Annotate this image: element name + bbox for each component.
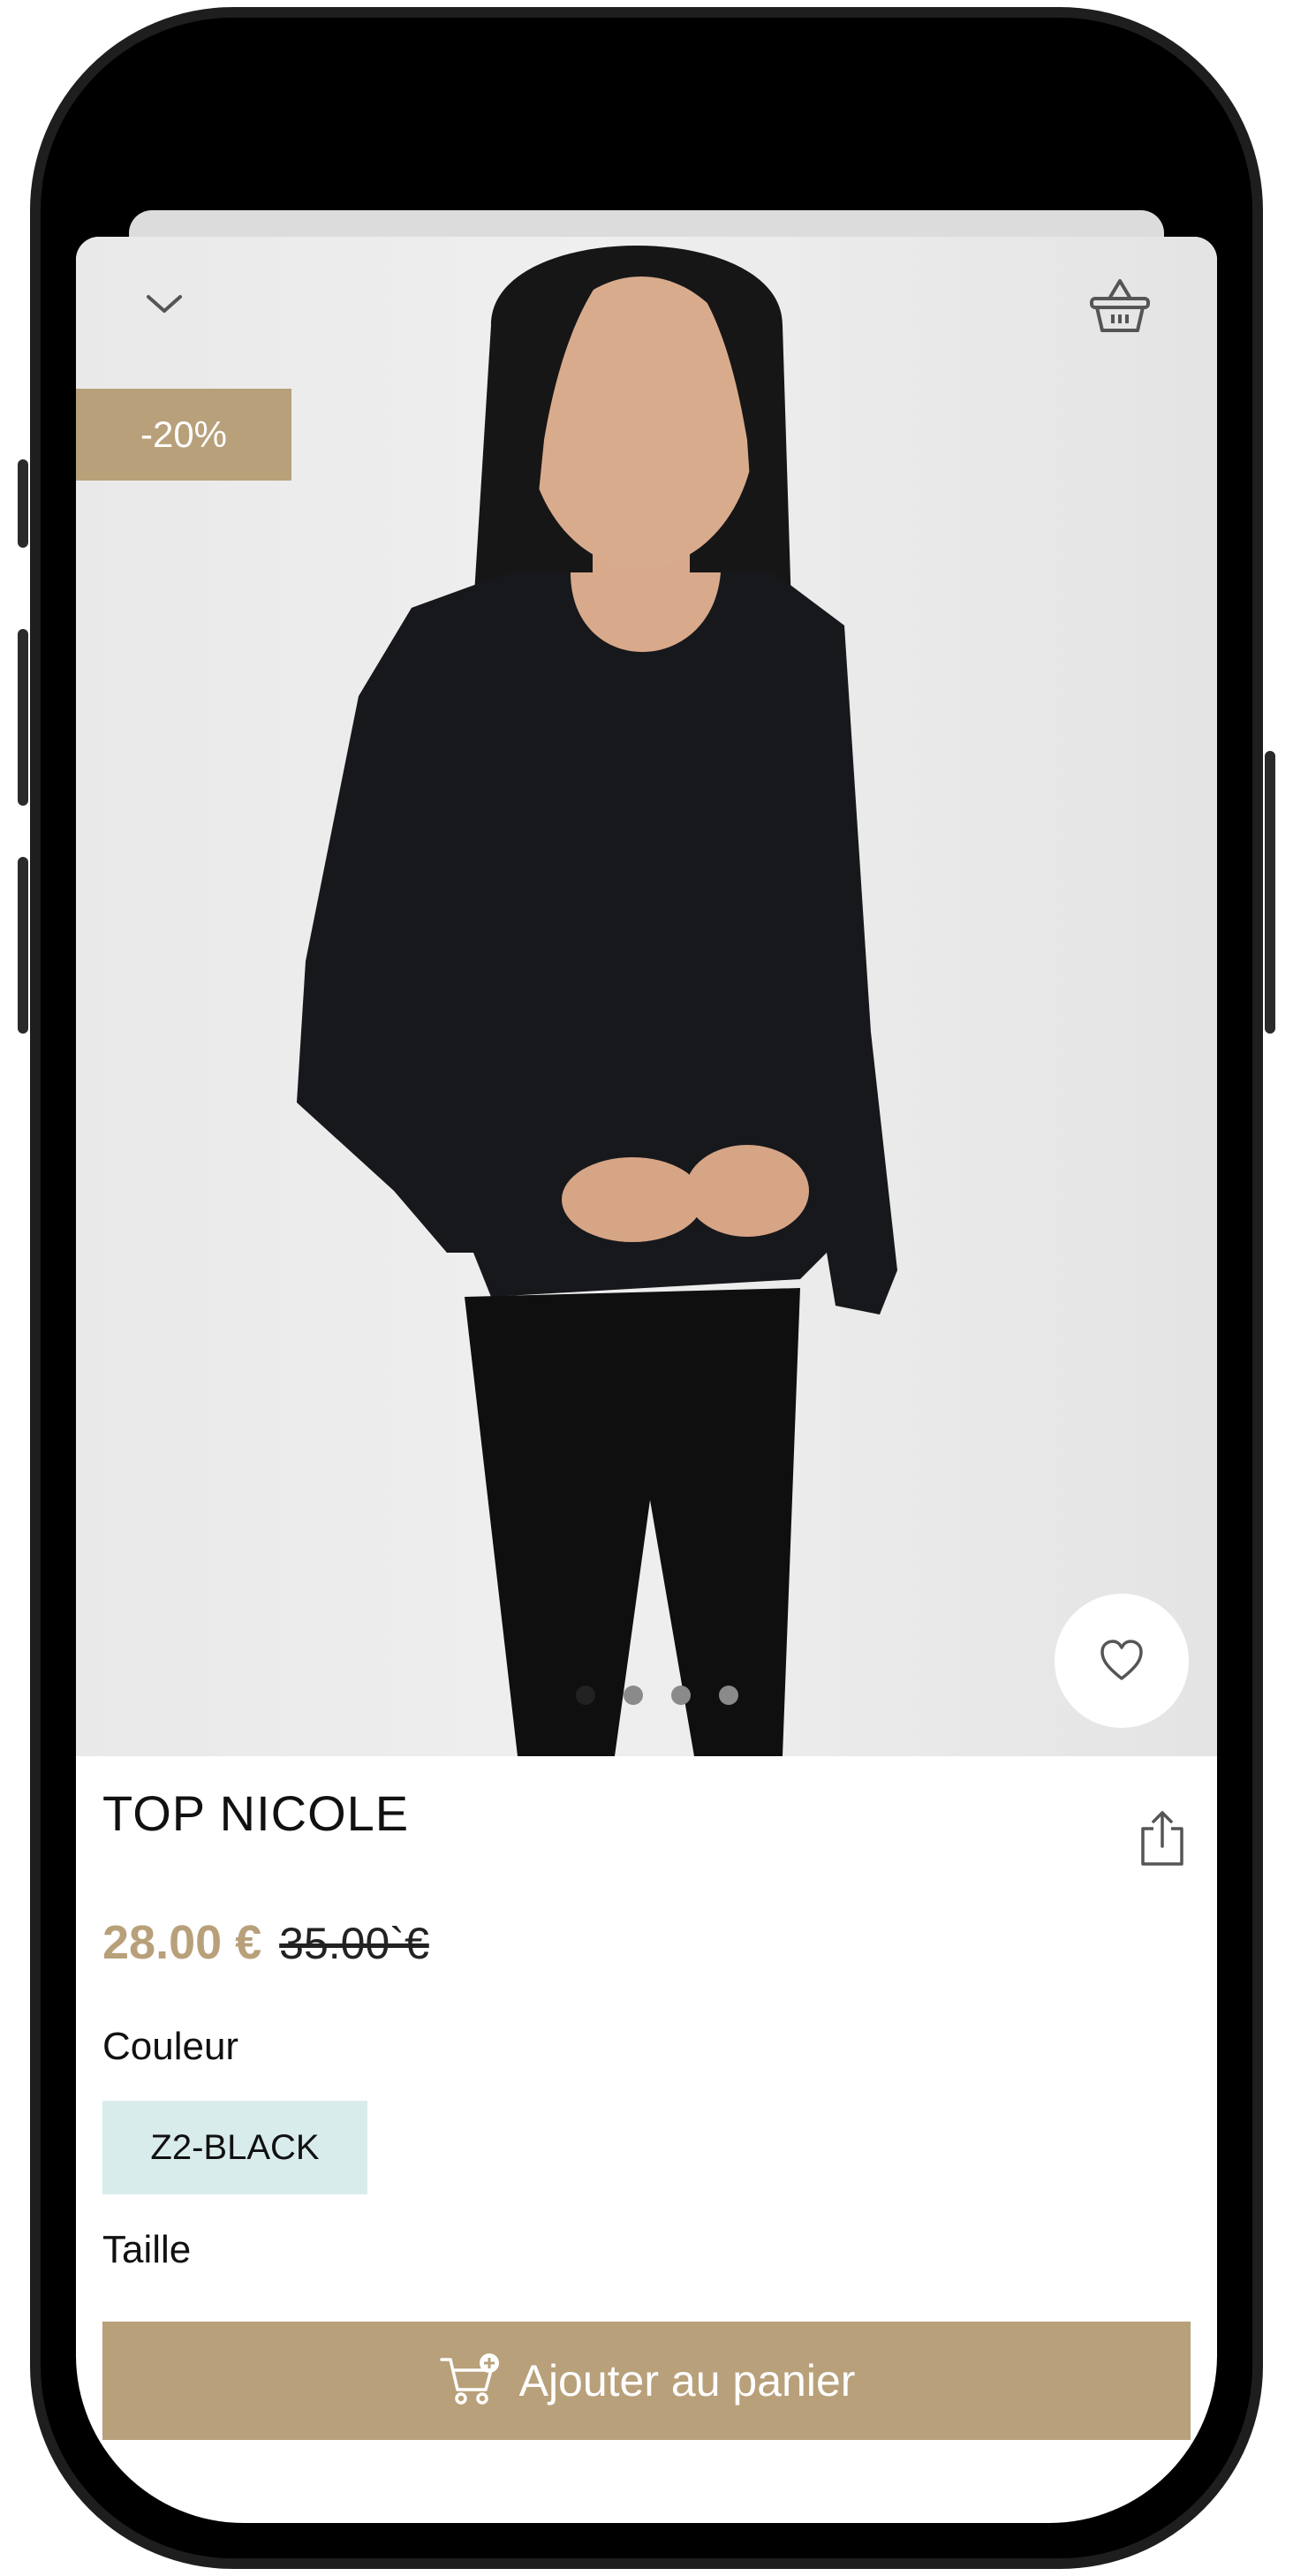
carousel-dot-3[interactable] [671, 1686, 691, 1705]
carousel-dots [576, 1686, 738, 1705]
price-original: 35.00`€ [279, 1919, 429, 1968]
power-button [1265, 751, 1275, 1034]
share-icon [1141, 1811, 1183, 1866]
screen: -20% TOP NICOLE 28.00 € 35.00`€ Couleur … [76, 53, 1217, 2523]
silent-switch [18, 459, 28, 548]
color-option-chip[interactable]: Z2-BLACK [102, 2101, 367, 2194]
add-to-cart-label: Ajouter au panier [518, 2356, 856, 2406]
cart-button[interactable] [1085, 270, 1155, 341]
price-current: 28.00 € [102, 1916, 262, 1969]
product-image[interactable]: -20% [76, 237, 1217, 1756]
product-sheet: -20% TOP NICOLE 28.00 € 35.00`€ Couleur … [76, 237, 1217, 2523]
cart-plus-icon [439, 2353, 499, 2405]
close-sheet-button[interactable] [138, 277, 191, 330]
share-button[interactable] [1138, 1807, 1187, 1869]
price-row: 28.00 € 35.00`€ [102, 1915, 429, 1970]
product-title: TOP NICOLE [102, 1785, 410, 1841]
chevron-down-icon [147, 295, 182, 313]
carousel-dot-2[interactable] [624, 1686, 643, 1705]
heart-icon [1100, 1640, 1143, 1680]
favorite-button[interactable] [1055, 1594, 1189, 1728]
carousel-dot-4[interactable] [719, 1686, 738, 1705]
volume-up-button [18, 629, 28, 806]
volume-down-button [18, 857, 28, 1034]
color-label: Couleur [102, 2025, 239, 2068]
basket-icon [1090, 279, 1150, 332]
discount-badge: -20% [76, 389, 291, 481]
size-label: Taille [102, 2228, 192, 2271]
add-to-cart-button[interactable]: Ajouter au panier [102, 2322, 1191, 2440]
carousel-dot-1[interactable] [576, 1686, 595, 1705]
